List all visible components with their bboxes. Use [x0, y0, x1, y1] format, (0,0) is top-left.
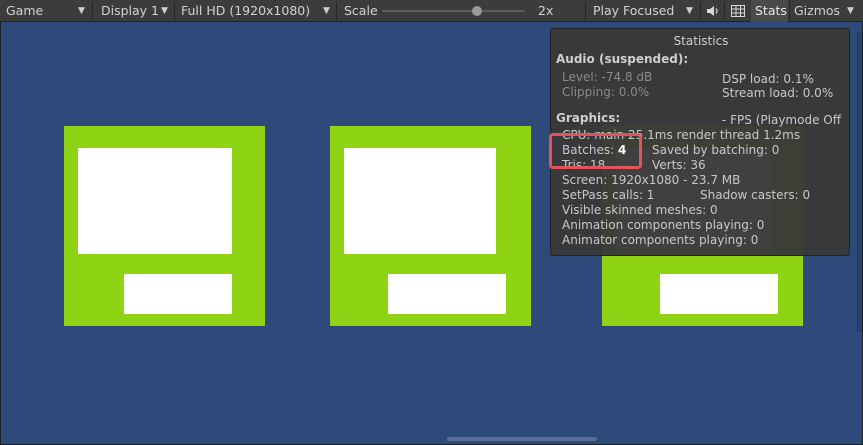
batches-highlight-box: [549, 133, 642, 169]
card-screen: [78, 148, 232, 254]
stream-load: Stream load: 0.0%: [722, 86, 834, 100]
gizmos-button[interactable]: Gizmos: [794, 0, 840, 22]
statistics-title: Statistics: [673, 34, 729, 48]
verts-stat: Verts: 36: [652, 158, 706, 172]
grid-icon: [731, 5, 745, 17]
audio-mute-button[interactable]: [704, 0, 722, 22]
toolbar-separator: [585, 2, 586, 20]
toolbar-separator: [724, 2, 725, 20]
scale-slider[interactable]: [382, 10, 525, 12]
card-button-shape: [660, 274, 778, 314]
toolbar-separator: [700, 2, 701, 20]
saved-by-batching-stat: Saved by batching: 0: [652, 143, 780, 157]
dsp-load: DSP load: 0.1%: [722, 72, 814, 86]
toolbar-separator: [174, 2, 175, 20]
resolution-dropdown[interactable]: Full HD (1920x1080): [181, 0, 310, 22]
horizontal-scrollbar[interactable]: [447, 437, 597, 441]
animation-components-stat: Animation components playing: 0: [562, 218, 765, 232]
game-sprite-card: [64, 126, 265, 326]
audio-heading: Audio (suspended):: [556, 52, 689, 66]
graphics-heading: Graphics:: [556, 111, 621, 125]
chevron-down-icon: ▼: [78, 6, 85, 16]
speaker-icon: [707, 6, 718, 16]
stats-toggle-button[interactable]: Stats: [755, 0, 787, 22]
display-dropdown[interactable]: Display 1: [101, 0, 159, 22]
toolbar-separator: [789, 2, 790, 20]
game-sprite-card: [330, 126, 531, 326]
toolbar-separator: [92, 2, 93, 20]
animator-components-stat: Animator components playing: 0: [562, 233, 759, 247]
audio-level: Level: -74.8 dB: [562, 70, 653, 84]
skinned-meshes-stat: Visible skinned meshes: 0: [562, 203, 718, 217]
scale-slider-handle[interactable]: [472, 6, 482, 16]
shadow-casters-stat: Shadow casters: 0: [700, 188, 811, 202]
game-view-toolbar: Game ▼ Display 1 ▼ Full HD (1920x1080) ▼…: [0, 0, 863, 22]
setpass-calls-stat: SetPass calls: 1: [562, 188, 655, 202]
audio-clipping: Clipping: 0.0%: [562, 85, 650, 99]
toolbar-separator: [336, 2, 337, 20]
screen-stat: Screen: 1920x1080 - 23.7 MB: [562, 173, 741, 187]
scale-value: 2x: [538, 3, 554, 18]
scale-label: Scale: [344, 3, 378, 18]
chevron-down-icon: ▼: [847, 6, 854, 16]
play-mode-dropdown[interactable]: Play Focused: [593, 0, 674, 22]
chevron-down-icon: ▼: [161, 6, 168, 16]
view-dropdown[interactable]: Game: [6, 0, 43, 22]
fps-readout: - FPS (Playmode Off: [722, 113, 841, 127]
card-screen: [344, 148, 496, 254]
card-button-shape: [388, 274, 506, 314]
chevron-down-icon: ▼: [323, 6, 330, 16]
vertical-scrollbar[interactable]: [857, 32, 862, 332]
card-button-shape: [124, 274, 232, 314]
grid-toggle-button[interactable]: [728, 0, 748, 22]
chevron-down-icon: ▼: [686, 6, 693, 16]
